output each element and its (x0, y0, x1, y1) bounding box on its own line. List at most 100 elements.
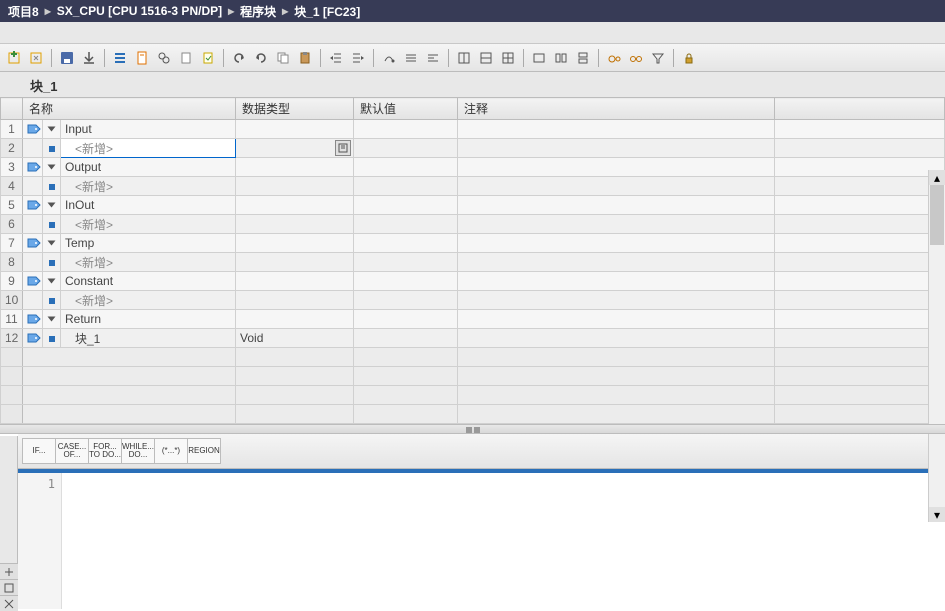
link-icon[interactable] (154, 48, 174, 68)
row-number[interactable]: 8 (1, 253, 23, 272)
download-icon[interactable] (79, 48, 99, 68)
glasses2-icon[interactable] (626, 48, 646, 68)
expand-icon[interactable] (43, 196, 61, 215)
comment-cell[interactable] (458, 310, 775, 329)
bookmark-icon[interactable] (401, 48, 421, 68)
default-cell[interactable] (354, 158, 458, 177)
breadcrumb-item[interactable]: 程序块 (240, 3, 276, 20)
comment-cell[interactable] (458, 177, 775, 196)
comment-cell[interactable] (458, 234, 775, 253)
dtype-cell[interactable] (236, 120, 354, 139)
grid2-icon[interactable] (476, 48, 496, 68)
vertical-scrollbar[interactable]: ▴ ▾ (928, 170, 945, 522)
row-number[interactable]: 4 (1, 177, 23, 196)
breadcrumb-item[interactable]: SX_CPU [CPU 1516-3 PN/DP] (57, 4, 222, 18)
comment-cell[interactable] (458, 158, 775, 177)
box1-icon[interactable] (529, 48, 549, 68)
breadcrumb[interactable]: 项目8 ▸ SX_CPU [CPU 1516-3 PN/DP] ▸ 程序块 ▸ … (0, 0, 945, 22)
code-editor[interactable]: 1 (18, 469, 945, 609)
default-cell[interactable] (354, 329, 458, 348)
dtype-cell[interactable] (236, 177, 354, 196)
save-icon[interactable] (57, 48, 77, 68)
sidebar-icon[interactable] (0, 595, 18, 611)
add-new-variable[interactable]: <新增> (61, 215, 236, 234)
comment-cell[interactable] (458, 215, 775, 234)
comment-cell[interactable] (458, 139, 775, 158)
section-name[interactable]: Constant (61, 272, 236, 291)
indent-right-icon[interactable] (348, 48, 368, 68)
keyword-button[interactable]: IF... (22, 438, 56, 464)
expand-icon[interactable] (43, 272, 61, 291)
section-name[interactable]: Output (61, 158, 236, 177)
comment-column-header[interactable]: 注释 (458, 98, 775, 120)
dtype-cell[interactable]: Void (236, 329, 354, 348)
row-number[interactable]: 3 (1, 158, 23, 177)
new-item-icon[interactable] (4, 48, 24, 68)
code-text-area[interactable] (62, 473, 945, 609)
glasses-icon[interactable] (604, 48, 624, 68)
dtype-cell[interactable] (236, 234, 354, 253)
dtype-cell[interactable] (236, 253, 354, 272)
comment-cell[interactable] (458, 253, 775, 272)
add-new-variable[interactable]: <新增> (61, 253, 236, 272)
paste-icon[interactable] (295, 48, 315, 68)
add-new-variable[interactable]: <新增> (61, 177, 236, 196)
dtype-cell[interactable] (236, 310, 354, 329)
indent-left-icon[interactable] (326, 48, 346, 68)
list-icon[interactable] (110, 48, 130, 68)
keyword-button[interactable]: WHILE...DO... (121, 438, 155, 464)
default-cell[interactable] (354, 272, 458, 291)
default-column-header[interactable]: 默认值 (354, 98, 458, 120)
box2-icon[interactable] (551, 48, 571, 68)
section-name[interactable]: Temp (61, 234, 236, 253)
comment-cell[interactable] (458, 272, 775, 291)
bookmark2-icon[interactable] (423, 48, 443, 68)
horizontal-splitter[interactable] (0, 424, 945, 434)
expand-icon[interactable] (43, 310, 61, 329)
undo-icon[interactable] (229, 48, 249, 68)
sidebar-icon[interactable] (0, 563, 18, 579)
expand-icon[interactable] (43, 120, 61, 139)
row-number[interactable]: 6 (1, 215, 23, 234)
default-cell[interactable] (354, 310, 458, 329)
comment-cell[interactable] (458, 196, 775, 215)
variable-name[interactable]: 块_1 (61, 329, 236, 348)
row-number[interactable]: 12 (1, 329, 23, 348)
dtype-column-header[interactable]: 数据类型 (236, 98, 354, 120)
doc-icon[interactable] (132, 48, 152, 68)
lock-icon[interactable] (679, 48, 699, 68)
grid1-icon[interactable] (454, 48, 474, 68)
section-name[interactable]: Return (61, 310, 236, 329)
comment-cell[interactable] (458, 120, 775, 139)
comment-cell[interactable] (458, 329, 775, 348)
redo-icon[interactable] (251, 48, 271, 68)
extra-column-header[interactable] (775, 98, 945, 120)
goto-icon[interactable] (379, 48, 399, 68)
name-column-header[interactable]: 名称 (23, 98, 236, 120)
new-item2-icon[interactable] (26, 48, 46, 68)
dtype-cell[interactable] (236, 215, 354, 234)
default-cell[interactable] (354, 139, 458, 158)
section-name[interactable]: InOut (61, 196, 236, 215)
add-new-variable[interactable]: <新增> (61, 139, 236, 158)
variable-table[interactable]: 名称 数据类型 默认值 注释 1 Input 2 <新增> 3 Output 4 <新增> 5 I… (0, 97, 945, 424)
row-number[interactable]: 2 (1, 139, 23, 158)
keyword-button[interactable]: CASE...OF... (55, 438, 89, 464)
sidebar-icon[interactable] (0, 579, 18, 595)
default-cell[interactable] (354, 120, 458, 139)
row-number[interactable]: 7 (1, 234, 23, 253)
row-number[interactable]: 1 (1, 120, 23, 139)
add-new-variable[interactable]: <新增> (61, 291, 236, 310)
dtype-cell[interactable] (236, 158, 354, 177)
expand-icon[interactable] (43, 158, 61, 177)
row-number[interactable]: 10 (1, 291, 23, 310)
dtype-cell[interactable] (236, 196, 354, 215)
default-cell[interactable] (354, 177, 458, 196)
default-cell[interactable] (354, 196, 458, 215)
section-name[interactable]: Input (61, 120, 236, 139)
breadcrumb-item[interactable]: 项目8 (8, 3, 39, 20)
row-number[interactable]: 5 (1, 196, 23, 215)
dtype-cell[interactable] (236, 139, 354, 158)
scroll-down-icon[interactable]: ▾ (929, 507, 945, 522)
page-icon[interactable] (176, 48, 196, 68)
